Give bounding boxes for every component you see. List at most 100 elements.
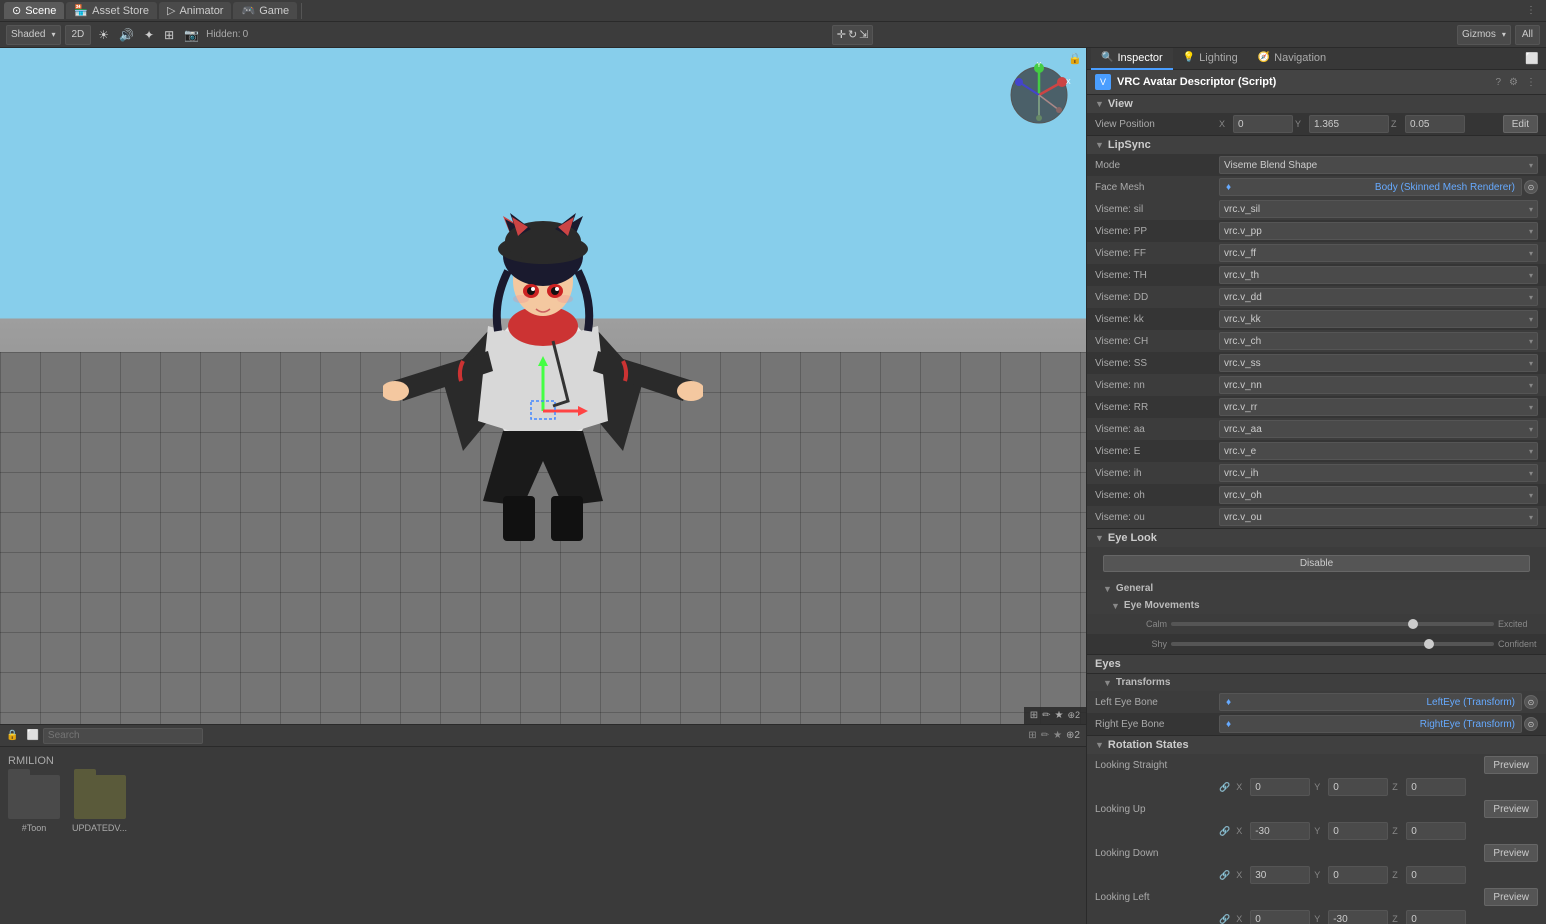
transforms-subsection-header[interactable]: ▼ Transforms (1087, 674, 1546, 691)
looking-up-values: 🔗 X -30 Y 0 Z 0 (1219, 822, 1538, 840)
scene-canvas[interactable]: Y X 🔒 (0, 48, 1086, 724)
left-x[interactable]: 0 (1250, 910, 1310, 924)
viseme-dropdown-8[interactable]: vrc.v_nn ▾ (1219, 376, 1538, 394)
view-x-input[interactable]: 0 (1233, 115, 1293, 133)
component-more-btn[interactable]: ⋮ (1524, 77, 1538, 88)
left-eye-bone-field[interactable]: ♦ LeftEye (Transform) (1219, 693, 1522, 711)
scene-brush-btn[interactable]: ✏ (1042, 710, 1050, 721)
project-search[interactable] (43, 728, 203, 744)
viseme-dropdown-6[interactable]: vrc.v_ch ▾ (1219, 332, 1538, 350)
viseme-dropdown-9[interactable]: vrc.v_rr ▾ (1219, 398, 1538, 416)
down-x[interactable]: 30 (1250, 866, 1310, 884)
up-x[interactable]: -30 (1250, 822, 1310, 840)
view-z-input[interactable]: 0.05 (1405, 115, 1465, 133)
scene-star-btn[interactable]: ★ (1054, 710, 1063, 721)
viseme-row-8: Viseme: nn vrc.v_nn ▾ (1087, 374, 1546, 396)
viseme-dropdown-11[interactable]: vrc.v_e ▾ (1219, 442, 1538, 460)
tab-inspector[interactable]: 🔍 Inspector (1091, 48, 1173, 70)
project-view-btn[interactable]: ⊞ (1028, 730, 1036, 741)
viseme-dropdown-10[interactable]: vrc.v_aa ▾ (1219, 420, 1538, 438)
asset-item-toon[interactable]: #Toon (8, 775, 60, 833)
component-settings-btn[interactable]: ⚙ (1507, 77, 1520, 88)
straight-x[interactable]: 0 (1250, 778, 1310, 796)
viseme-label-9: Viseme: RR (1095, 402, 1215, 413)
scale-tool[interactable]: ⇲ (859, 28, 868, 41)
tab-lighting[interactable]: 💡 Lighting (1173, 48, 1248, 70)
scene-layers-btn[interactable]: ⊕2 (1067, 710, 1080, 721)
viseme-dropdown-7[interactable]: vrc.v_ss ▾ (1219, 354, 1538, 372)
looking-down-preview[interactable]: Preview (1484, 844, 1538, 862)
eyelook-section-header[interactable]: ▼ Eye Look (1087, 529, 1546, 547)
effects-btn[interactable]: ✦ (141, 28, 157, 42)
gizmos-dropdown[interactable]: Gizmos ▾ (1457, 25, 1511, 45)
viseme-dropdown-12[interactable]: vrc.v_ih ▾ (1219, 464, 1538, 482)
left-z[interactable]: 0 (1406, 910, 1466, 924)
looking-left-preview[interactable]: Preview (1484, 888, 1538, 906)
up-y[interactable]: 0 (1328, 822, 1388, 840)
lipsync-section-header[interactable]: ▼ LipSync (1087, 136, 1546, 154)
project-star-btn[interactable]: ★ (1053, 730, 1062, 741)
rotate-tool[interactable]: ↻ (848, 28, 857, 41)
view-y-input[interactable]: 1.365 (1309, 115, 1389, 133)
tab-asset-store[interactable]: 🏪 Asset Store (66, 2, 157, 19)
viseme-dropdown-4[interactable]: vrc.v_dd ▾ (1219, 288, 1538, 306)
view-section-header[interactable]: ▼ View (1087, 95, 1546, 113)
tab-scene[interactable]: ⊙ Scene (4, 2, 64, 19)
viseme-dropdown-14[interactable]: vrc.v_ou ▾ (1219, 508, 1538, 526)
general-title: General (1116, 583, 1153, 594)
audio-btn[interactable]: 🔊 (116, 28, 137, 42)
viseme-dropdown-1[interactable]: vrc.v_pp ▾ (1219, 222, 1538, 240)
face-mesh-select-btn[interactable]: ⊙ (1524, 180, 1538, 194)
scene-lock-btn[interactable]: 🔒 (1068, 52, 1082, 65)
view-edit-btn[interactable]: Edit (1503, 115, 1538, 133)
asset-item-updated[interactable]: UPDATEDV... (72, 775, 127, 833)
project-filter-btn[interactable]: ✏ (1041, 730, 1049, 741)
viseme-dropdown-5[interactable]: vrc.v_kk ▾ (1219, 310, 1538, 328)
panel-maximize-icon[interactable]: ⬜ (26, 730, 38, 741)
down-y-group: Y 0 (1314, 866, 1388, 884)
looking-straight-preview[interactable]: Preview (1484, 756, 1538, 774)
scene-btn[interactable]: ⊞ (161, 28, 177, 42)
scene-snap-btn[interactable]: ⊞ (1030, 710, 1038, 721)
left-eye-select-btn[interactable]: ⊙ (1524, 695, 1538, 709)
light-btn[interactable]: ☀ (95, 28, 112, 42)
looking-up-preview[interactable]: Preview (1484, 800, 1538, 818)
straight-y[interactable]: 0 (1328, 778, 1388, 796)
up-z[interactable]: 0 (1406, 822, 1466, 840)
viseme-dropdown-2[interactable]: vrc.v_ff ▾ (1219, 244, 1538, 262)
down-y[interactable]: 0 (1328, 866, 1388, 884)
shy-track[interactable] (1171, 642, 1494, 646)
looking-down-xyz-row: 🔗 X 30 Y 0 Z 0 (1087, 864, 1546, 886)
shaded-dropdown[interactable]: Shaded ▾ (6, 25, 61, 45)
shy-thumb[interactable] (1424, 639, 1434, 649)
face-mesh-row: Face Mesh ♦ Body (Skinned Mesh Renderer)… (1087, 176, 1546, 198)
right-eye-select-btn[interactable]: ⊙ (1524, 717, 1538, 731)
left-y[interactable]: -30 (1328, 910, 1388, 924)
face-mesh-field[interactable]: ♦ Body (Skinned Mesh Renderer) (1219, 178, 1522, 196)
all-btn[interactable]: All (1515, 25, 1540, 45)
move-tool[interactable]: ✛ (837, 28, 846, 41)
right-eye-bone-field[interactable]: ♦ RightEye (Transform) (1219, 715, 1522, 733)
general-subsection-header[interactable]: ▼ General (1087, 580, 1546, 597)
straight-z[interactable]: 0 (1406, 778, 1466, 796)
component-question-btn[interactable]: ? (1493, 77, 1503, 88)
calm-track[interactable] (1171, 622, 1494, 626)
tab-game[interactable]: 🎮 Game (233, 2, 297, 19)
inspector-window-btn[interactable]: ⬜ (1522, 52, 1542, 65)
eye-movements-header[interactable]: ▼ Eye Movements (1087, 597, 1546, 614)
tab-animator[interactable]: ▷ Animator (159, 2, 232, 19)
calm-thumb[interactable] (1408, 619, 1418, 629)
down-z[interactable]: 0 (1406, 866, 1466, 884)
tab-navigation[interactable]: 🧭 Navigation (1248, 48, 1336, 70)
rotation-states-header[interactable]: ▼ Rotation States (1087, 736, 1546, 754)
viseme-dropdown-0[interactable]: vrc.v_sil ▾ (1219, 200, 1538, 218)
eyelook-disable-btn[interactable]: Disable (1103, 555, 1530, 572)
camera-btn[interactable]: 📷 (181, 28, 202, 42)
viseme-dropdown-13[interactable]: vrc.v_oh ▾ (1219, 486, 1538, 504)
viseme-dropdown-3[interactable]: vrc.v_th ▾ (1219, 266, 1538, 284)
lipsync-mode-dropdown[interactable]: Viseme Blend Shape ▾ (1219, 156, 1538, 174)
more-options-btn[interactable]: ⋮ (1520, 5, 1542, 16)
panel-lock-icon[interactable]: 🔒 (6, 730, 18, 741)
project-layers-btn[interactable]: ⊕2 (1066, 730, 1080, 741)
2d-btn[interactable]: 2D (65, 25, 92, 45)
